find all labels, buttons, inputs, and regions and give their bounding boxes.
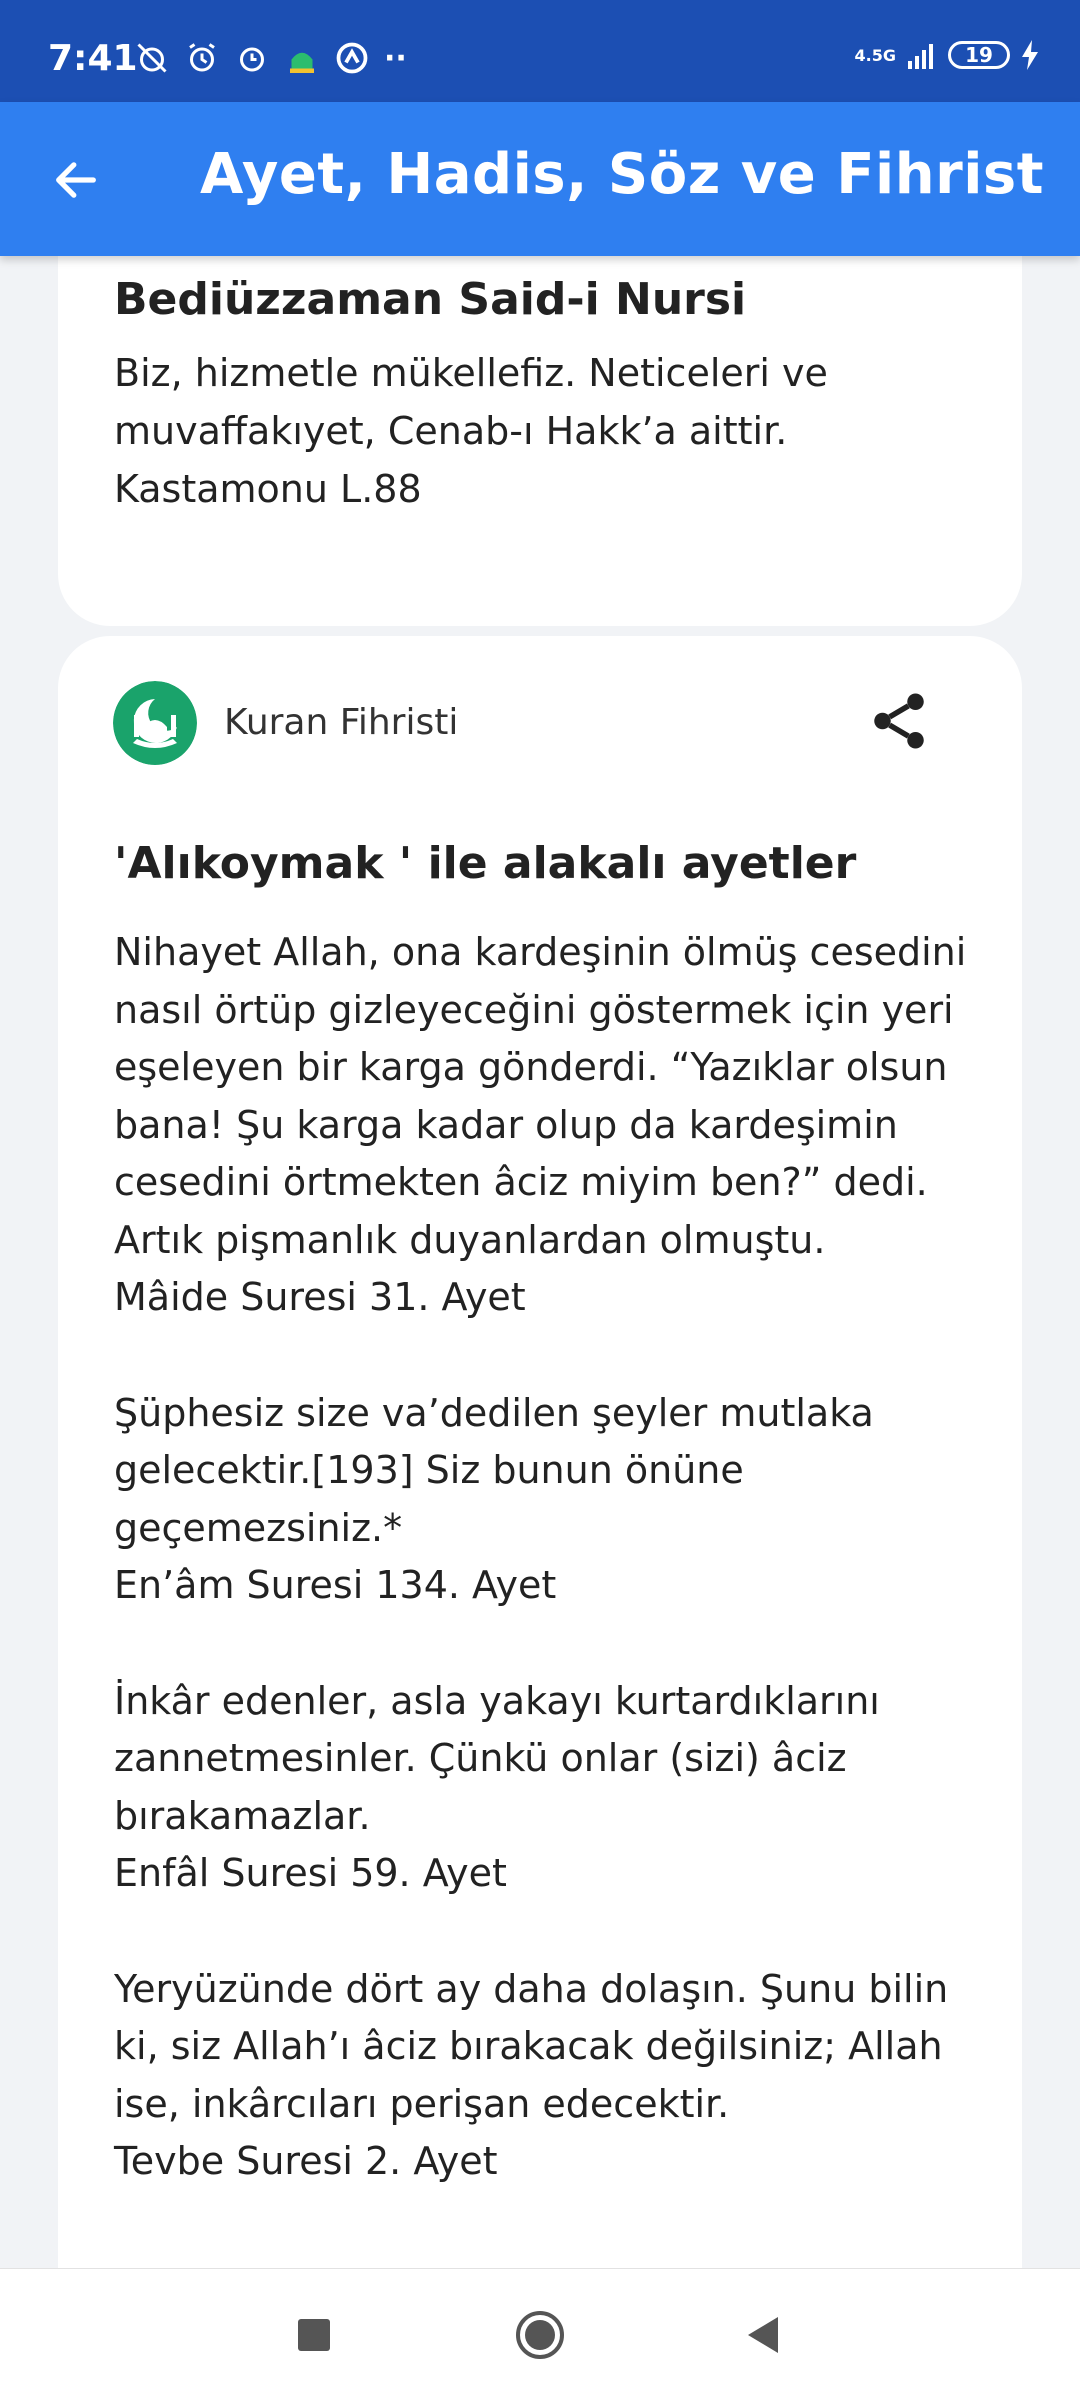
battery-level: 19 — [965, 43, 993, 67]
verse-item: İnkâr edenler, asla yakayı kurtardıkları… — [114, 1673, 974, 1903]
verse-item: Yeryüzünde dört ay daha dolaşın. Şunu bi… — [114, 1961, 974, 2191]
mosque-logo-icon — [113, 681, 197, 765]
system-nav-bar — [0, 2268, 1080, 2401]
verse-text: Nihayet Allah, ona kardeşinin ölmüş cese… — [114, 930, 967, 1262]
recent-apps-button[interactable] — [286, 2307, 342, 2363]
charging-icon — [1022, 40, 1038, 70]
status-time: 7:41 — [48, 38, 138, 79]
share-button[interactable] — [866, 688, 932, 754]
quote-card: Bediüzzaman Said-i Nursi Biz, hizmetle m… — [58, 256, 1022, 626]
vpn-icon — [336, 42, 368, 74]
back-button[interactable] — [40, 144, 112, 216]
battery-indicator: 19 — [948, 41, 1010, 69]
page-title: Ayet, Hadis, Söz ve Fihrist — [200, 142, 1045, 207]
network-type: 4.5G — [854, 45, 896, 65]
notification-icons: ·· — [134, 40, 407, 76]
share-icon — [874, 693, 924, 749]
clock-icon — [240, 47, 264, 72]
system-icons: 4.5G 19 — [855, 40, 1040, 70]
card-heading: 'Alıkoymak ' ile alakalı ayetler — [114, 838, 857, 889]
app-bar: Ayet, Hadis, Söz ve Fihrist — [0, 102, 1080, 256]
arrow-left-icon — [56, 162, 96, 198]
verse-reference: Mâide Suresi 31. Ayet — [114, 1275, 526, 1319]
quote-author: Bediüzzaman Said-i Nursi — [114, 274, 747, 325]
content-list[interactable]: Bediüzzaman Said-i Nursi Biz, hizmetle m… — [0, 256, 1080, 2268]
verse-card: Kuran Fihristi 'Alıkoymak ' ile alakalı … — [58, 636, 1022, 2268]
card-source: Kuran Fihristi — [224, 702, 459, 743]
alarm-icon — [189, 43, 215, 72]
verse-item: Şüphesiz size va’dedilen şeyler mutlaka … — [114, 1385, 974, 1615]
verse-reference: En’âm Suresi 134. Ayet — [114, 1563, 557, 1607]
quote-body: Biz, hizmetle mükellefiz. Neticeleri ve … — [114, 344, 964, 518]
verse-reference: Enfâl Suresi 59. Ayet — [114, 1851, 507, 1895]
back-nav-button[interactable] — [736, 2307, 792, 2363]
status-bar: 7:41 ·· 4.5G 19 — [0, 0, 1080, 102]
quote-reference: Kastamonu L.88 — [114, 467, 422, 511]
verse-reference: Tevbe Suresi 2. Ayet — [114, 2139, 498, 2183]
alarm-off-icon — [137, 43, 167, 73]
mosque-app-icon — [290, 52, 314, 73]
home-button[interactable] — [512, 2307, 568, 2363]
verse-item: Nihayet Allah, ona kardeşinin ölmüş cese… — [114, 924, 974, 1327]
verse-text: Yeryüzünde dört ay daha dolaşın. Şunu bi… — [114, 1966, 949, 2126]
quote-text: Biz, hizmetle mükellefiz. Neticeleri ve … — [114, 351, 828, 453]
verse-text: İnkâr edenler, asla yakayı kurtardıkları… — [114, 1678, 880, 1838]
verse-text: Şüphesiz size va’dedilen şeyler mutlaka … — [114, 1390, 874, 1550]
more-notifications-icon: ·· — [384, 40, 407, 76]
verse-list: Nihayet Allah, ona kardeşinin ölmüş cese… — [114, 924, 974, 2249]
signal-icon — [908, 44, 933, 69]
